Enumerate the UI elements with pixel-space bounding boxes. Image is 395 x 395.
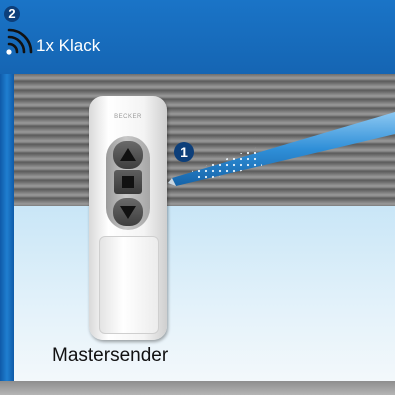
step-1-badge: 1 bbox=[174, 142, 194, 162]
remote-caption: Mastersender bbox=[52, 345, 169, 366]
pen-icon bbox=[168, 112, 395, 186]
instruction-illustration: 2 1x Klack BECKER 1 Mastersender bbox=[0, 0, 395, 395]
